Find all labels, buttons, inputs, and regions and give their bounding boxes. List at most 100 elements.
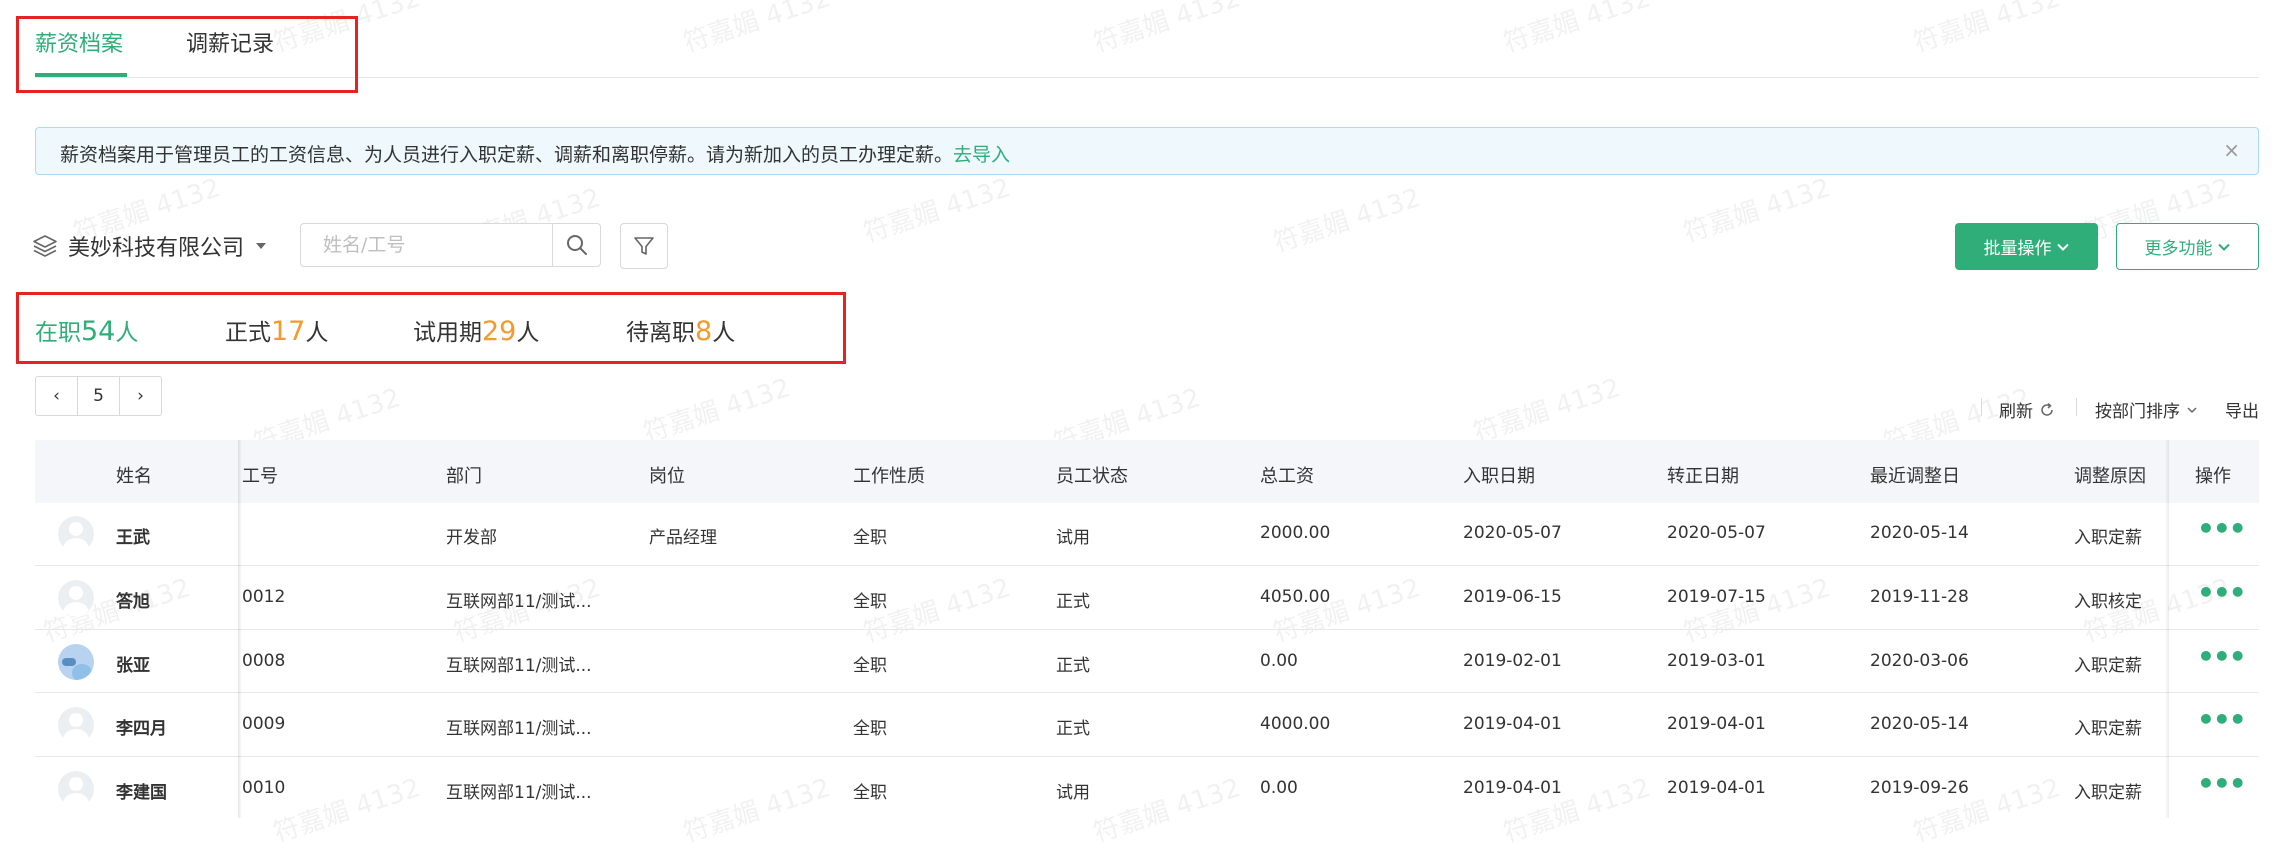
col-department[interactable]: 部门 [446,462,482,488]
more-actions-icon[interactable]: ••• [2197,576,2247,609]
avatar [58,644,94,680]
tabs-divider [35,77,2259,78]
cell-department: 互联网部11/测试... [446,592,592,612]
col-last-adjust-date[interactable]: 最近调整日 [1870,462,1960,488]
cell-department: 互联网部11/测试... [446,719,592,739]
cell-name[interactable]: 王武 [116,523,150,548]
search-button[interactable] [552,223,601,267]
chevron-down-icon [2056,243,2069,251]
more-actions-icon[interactable]: ••• [2197,767,2247,800]
stat-label: 试用期 [413,320,482,346]
col-regular-date[interactable]: 转正日期 [1667,462,1739,488]
import-link[interactable]: 去导入 [953,144,1010,166]
more-actions-icon[interactable]: ••• [2197,640,2247,673]
cell-adjust-reason: 入职核定 [2074,592,2142,612]
close-icon[interactable]: × [2223,138,2240,162]
stat-active[interactable]: 在职54人 [35,313,138,347]
watermark-text: 符嘉媚 4132 [1469,373,1625,449]
cell-regular-date: 2019-07-15 [1667,587,1766,607]
cell-last-adjust-date: 2020-05-14 [1870,523,1969,543]
tab-salary-adjust-records[interactable]: 调薪记录 [186,26,274,58]
avatar [58,580,94,616]
cell-last-adjust-date: 2019-09-26 [1870,778,1969,798]
cell-regular-date: 2019-03-01 [1667,651,1766,671]
cell-work-type: 全职 [853,719,887,739]
stat-unit: 人 [305,320,329,346]
refresh-icon [2041,402,2053,416]
more-actions-icon[interactable]: ••• [2197,512,2247,545]
cell-total-salary: 2000.00 [1260,523,1331,543]
stat-count: 29 [482,316,517,347]
search-input[interactable] [300,223,553,267]
cell-adjust-reason: 入职定薪 [2074,783,2142,803]
col-employee-id[interactable]: 工号 [242,462,278,488]
cell-department: 互联网部11/测试... [446,656,592,676]
cell-department: 互联网部11/测试... [446,783,592,803]
cell-status: 正式 [1056,592,1090,612]
refresh-button[interactable]: 刷新 [1999,397,2055,422]
batch-operations-button[interactable]: 批量操作 [1955,223,2098,270]
company-selector[interactable]: 美妙科技有限公司 [32,230,268,262]
col-actions: 操作 [2195,466,2231,487]
cell-adjust-reason: 入职定薪 [2074,528,2142,548]
cell-status: 正式 [1056,719,1090,739]
company-name: 美妙科技有限公司 [68,236,245,261]
cell-work-type: 全职 [853,528,887,548]
watermark-text: 符嘉媚 4132 [1089,0,1245,59]
filter-button[interactable] [620,223,668,269]
stat-regular[interactable]: 正式17人 [225,313,328,347]
cell-last-adjust-date: 2019-11-28 [1870,587,1969,607]
col-join-date[interactable]: 入职日期 [1463,462,1535,488]
watermark-text: 符嘉媚 4132 [1269,183,1425,259]
stat-unit: 人 [712,320,736,346]
watermark-text: 符嘉媚 4132 [639,373,795,449]
row-divider [35,692,2259,693]
col-total-salary[interactable]: 总工资 [1260,462,1314,488]
watermark-text: 符嘉媚 4132 [1089,773,1245,849]
fixed-column-shadow [2165,440,2169,818]
col-position[interactable]: 岗位 [649,462,685,488]
watermark-text: 符嘉媚 4132 [1679,173,1835,249]
fixed-column-shadow [238,440,242,818]
stat-count: 8 [695,316,713,347]
cell-last-adjust-date: 2020-05-14 [1870,714,1969,734]
export-button[interactable]: 导出 [2225,397,2259,422]
cell-employee-id: 0012 [242,587,286,607]
watermark-text: 符嘉媚 4132 [1269,573,1425,649]
more-features-button[interactable]: 更多功能 [2116,223,2259,270]
next-page-button[interactable]: › [119,376,162,416]
cell-regular-date: 2019-04-01 [1667,778,1766,798]
sort-by-department-dropdown[interactable]: 按部门排序 [2095,397,2198,422]
prev-page-button[interactable]: ‹ [35,376,78,416]
current-page: 5 [77,376,120,416]
cell-total-salary: 0.00 [1260,778,1298,798]
stat-count: 54 [81,316,116,347]
stat-pending-leave[interactable]: 待离职8人 [626,313,735,347]
cell-adjust-reason: 入职定薪 [2074,656,2142,676]
more-actions-icon[interactable]: ••• [2197,703,2247,736]
stat-label: 待离职 [626,320,695,346]
cell-name[interactable]: 答旭 [116,587,150,612]
col-work-type[interactable]: 工作性质 [853,462,925,488]
cell-name[interactable]: 李四月 [116,714,167,739]
col-name[interactable]: 姓名 [116,462,152,488]
col-employee-status[interactable]: 员工状态 [1056,462,1128,488]
stat-unit: 人 [516,320,540,346]
cell-name[interactable]: 李建国 [116,778,167,803]
cell-status: 试用 [1056,783,1090,803]
stat-unit: 人 [115,320,139,346]
pager: ‹ 5 › [35,376,162,416]
cell-total-salary: 0.00 [1260,651,1298,671]
stat-label: 正式 [225,320,271,346]
filter-icon [634,237,654,255]
tab-salary-archive[interactable]: 薪资档案 [35,26,123,58]
cell-total-salary: 4050.00 [1260,587,1331,607]
cell-status: 试用 [1056,528,1090,548]
stat-probation[interactable]: 试用期29人 [413,313,539,347]
chevron-down-icon [2187,406,2197,413]
col-adjust-reason[interactable]: 调整原因 [2074,462,2146,488]
info-notice: 薪资档案用于管理员工的工资信息、为人员进行入职定薪、调薪和离职停薪。请为新加入的… [35,127,2259,175]
cell-name[interactable]: 张亚 [116,651,150,676]
stat-label: 在职 [35,320,81,346]
cell-last-adjust-date: 2020-03-06 [1870,651,1969,671]
